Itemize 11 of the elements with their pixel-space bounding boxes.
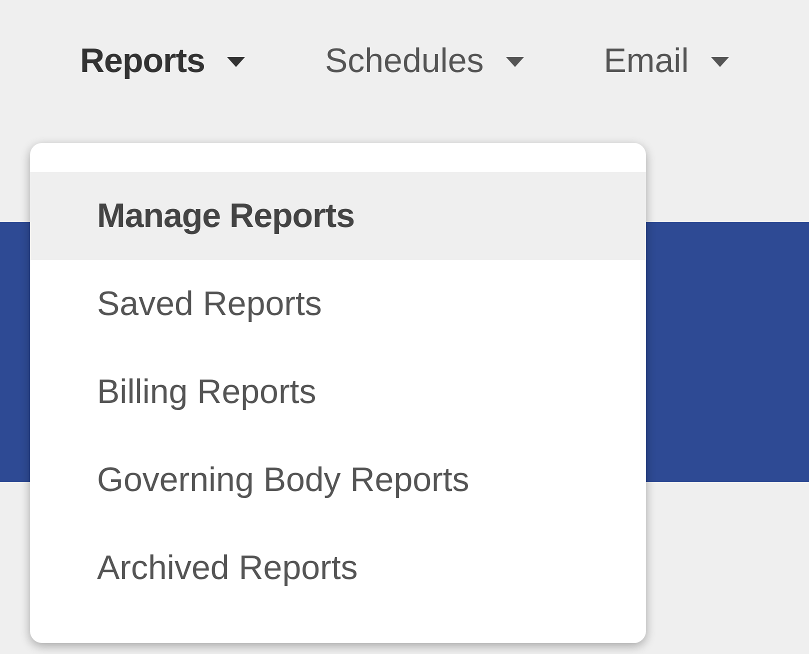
menu-item[interactable]: Saved Reports <box>30 260 646 348</box>
caret-icon <box>710 56 729 66</box>
caret-icon <box>226 56 245 66</box>
menu-item[interactable]: Archived Reports <box>30 524 646 612</box>
menu-item[interactable]: Manage Reports <box>30 172 646 260</box>
menu-item[interactable]: Governing Body Reports <box>30 436 646 524</box>
nav-menu-button[interactable]: Schedules <box>324 22 524 102</box>
nav-menu-button[interactable]: Email <box>604 22 729 102</box>
nav-menu-button[interactable]: Reports <box>80 22 245 102</box>
menu-item[interactable]: Billing Reports <box>30 348 646 436</box>
caret-icon <box>506 56 524 66</box>
